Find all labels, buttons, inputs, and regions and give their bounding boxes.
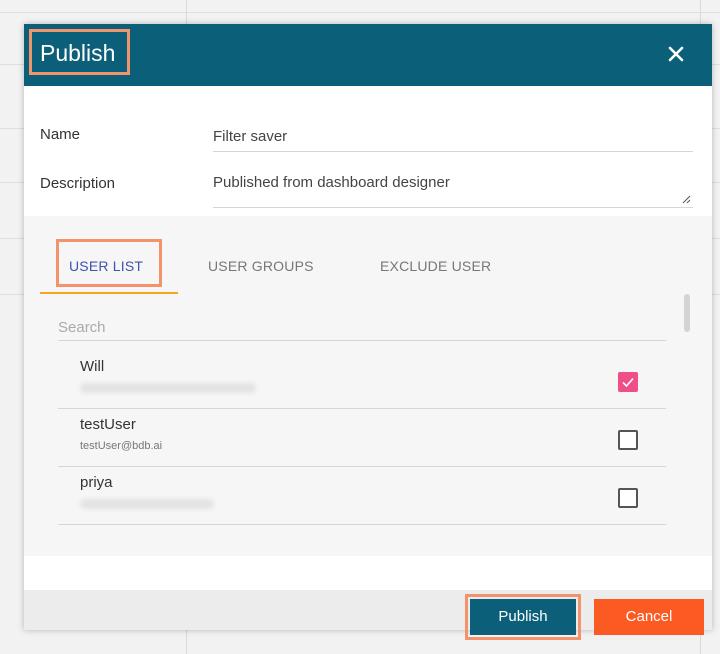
scrollbar-thumb[interactable] — [684, 294, 690, 332]
resize-handle-icon — [682, 195, 691, 204]
background-grid-line — [0, 12, 720, 13]
checkmark-icon — [622, 377, 634, 388]
list-item[interactable]: Will — [58, 350, 666, 409]
description-text: Published from dashboard designer — [213, 174, 450, 191]
user-checkbox[interactable] — [618, 488, 638, 508]
tab-user-groups[interactable]: USER GROUPS — [208, 258, 314, 274]
user-checkbox[interactable] — [618, 372, 638, 392]
obscured-email — [80, 383, 256, 393]
dialog-header: Publish — [24, 24, 712, 86]
publish-button[interactable]: Publish — [470, 599, 576, 635]
tab-exclude-user[interactable]: EXCLUDE USER — [380, 258, 491, 274]
description-label: Description — [40, 175, 116, 192]
tab-user-list[interactable]: USER LIST — [69, 258, 143, 274]
name-field[interactable]: Filter saver — [213, 128, 693, 152]
name-label: Name — [40, 126, 81, 143]
user-checkbox[interactable] — [618, 430, 638, 450]
obscured-email — [80, 499, 214, 509]
user-name: Will — [80, 358, 105, 375]
close-button[interactable] — [662, 40, 690, 68]
user-name: testUser — [80, 416, 136, 433]
user-email: testUser@bdb.ai — [80, 440, 163, 452]
list-item[interactable]: testUser testUser@bdb.ai — [58, 408, 666, 467]
publish-dialog: Publish Name Filter saver Description Pu… — [24, 24, 712, 640]
cancel-button[interactable]: Cancel — [594, 599, 704, 635]
search-input[interactable] — [58, 314, 666, 341]
close-icon — [668, 46, 684, 62]
list-item[interactable]: priya — [58, 466, 666, 525]
active-tab-underline — [40, 292, 178, 294]
description-field[interactable]: Published from dashboard designer — [213, 174, 693, 208]
user-name: priya — [80, 474, 113, 491]
dialog-title: Publish — [29, 29, 130, 75]
